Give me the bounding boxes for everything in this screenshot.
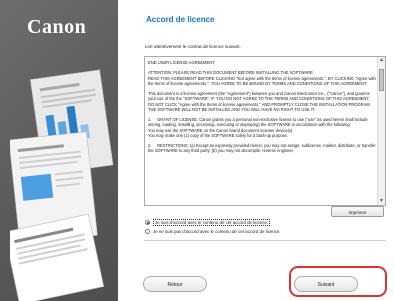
divider — [144, 240, 386, 241]
print-button[interactable]: Imprimer — [331, 206, 384, 217]
page-subtitle: Lire attentivement le contrat de licence… — [145, 44, 241, 49]
disagree-label[interactable]: Je ne suis pas d'accord avec le contenu … — [153, 229, 281, 234]
scroll-up-arrow-icon[interactable]: ▲ — [378, 57, 385, 64]
disagree-radio[interactable] — [145, 229, 150, 234]
scrollbar-thumb[interactable] — [379, 69, 384, 91]
canon-logo: Canon — [27, 16, 87, 38]
license-scrollbar[interactable]: ▲ ▼ — [377, 57, 385, 205]
agree-label[interactable]: Je suis d'accord avec le contenu de cet … — [153, 219, 271, 226]
license-text: END USER LICENSE AGREEMENT ATTENTION: PL… — [148, 60, 376, 154]
scroll-down-arrow-icon[interactable]: ▼ — [378, 198, 385, 205]
documents-illustration — [10, 69, 114, 301]
license-text-box[interactable]: END USER LICENSE AGREEMENT ATTENTION: PL… — [144, 56, 386, 206]
agree-option[interactable]: Je suis d'accord avec le contenu de cet … — [145, 219, 271, 226]
sidebar-panel: Canon — [0, 0, 118, 301]
agree-radio[interactable] — [145, 220, 150, 225]
disagree-option[interactable]: Je ne suis pas d'accord avec le contenu … — [145, 229, 281, 234]
page-title: Accord de licence — [146, 15, 215, 24]
license-dialog: Accord de licence Lire attentivement le … — [118, 0, 394, 301]
next-button-highlight — [289, 266, 387, 297]
back-button[interactable]: Retour — [143, 276, 207, 292]
